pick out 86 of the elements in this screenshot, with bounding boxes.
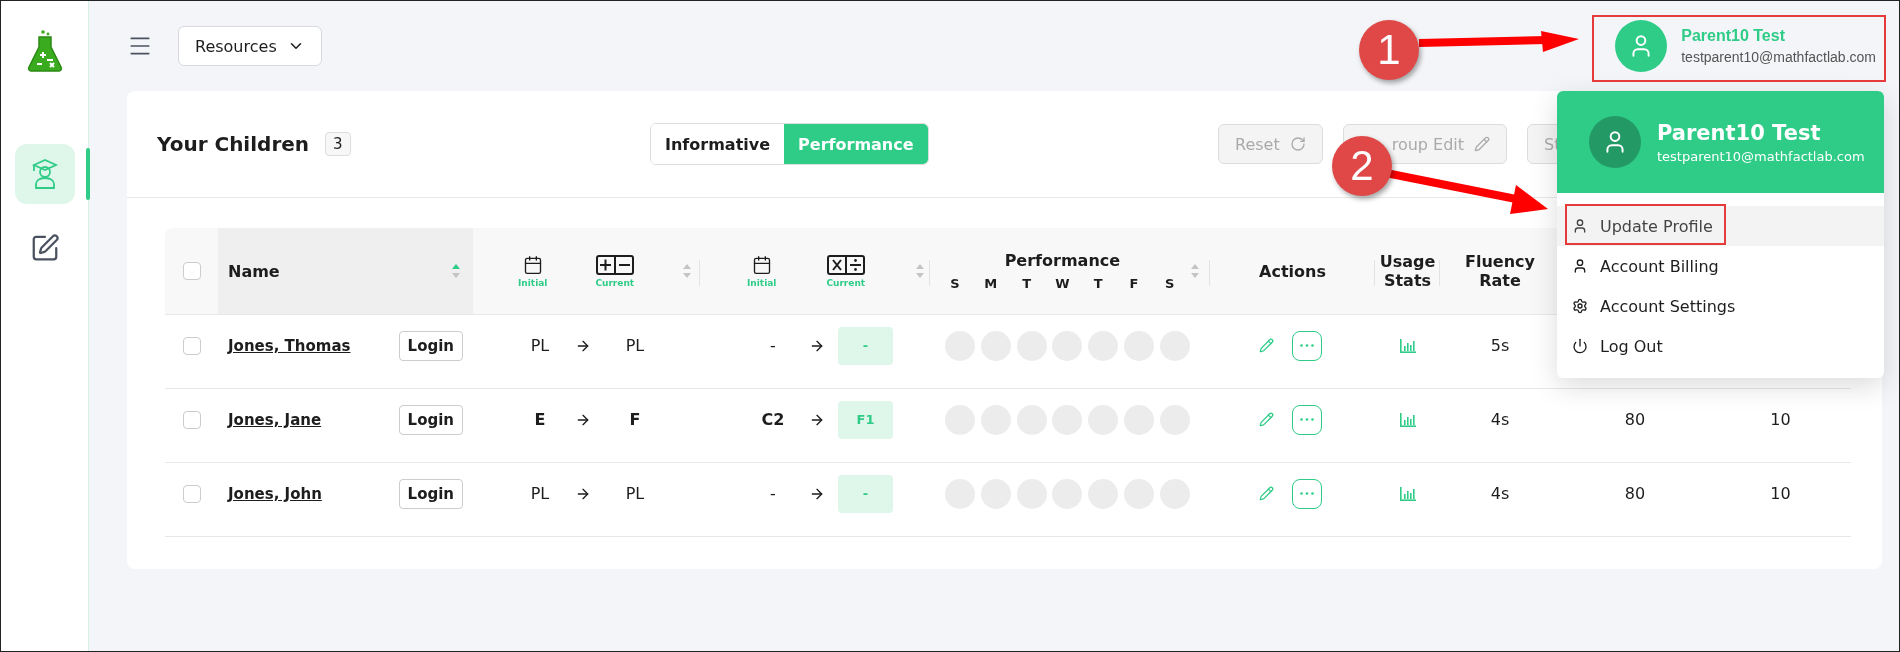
child-name-link[interactable]: Jones, Jane xyxy=(228,410,322,429)
level-text: PL xyxy=(529,484,551,503)
level-text: F xyxy=(628,410,642,429)
sort-icon[interactable] xyxy=(451,263,461,279)
menu-user-email: testparent10@mathfactlab.com xyxy=(1657,148,1865,164)
ellipsis-icon xyxy=(1300,492,1314,495)
weekday-label: S xyxy=(1164,276,1176,291)
avatar[interactable] xyxy=(1615,20,1668,72)
active-indicator xyxy=(85,148,90,200)
column-sublabel: Current xyxy=(826,277,866,288)
bar-chart-icon[interactable] xyxy=(1399,412,1416,427)
level-badge: F1 xyxy=(838,400,893,439)
menu-item[interactable]: Log Out xyxy=(1557,326,1884,366)
level-text: PL xyxy=(624,336,646,355)
table-value: 10 xyxy=(1770,410,1791,429)
sort-icon[interactable] xyxy=(915,263,926,279)
resources-button[interactable]: Resources xyxy=(178,26,322,66)
more-button[interactable] xyxy=(1292,478,1322,509)
menu-item[interactable]: Update Profile xyxy=(1557,206,1884,246)
level-badge: - xyxy=(838,474,893,513)
level-text: - xyxy=(769,336,777,355)
column-header[interactable]: Name xyxy=(228,261,280,281)
checkbox[interactable] xyxy=(182,484,201,503)
plus-minus-icon xyxy=(595,254,634,275)
bar-chart-icon[interactable] xyxy=(1399,338,1416,353)
calendar-icon xyxy=(522,254,543,275)
column-header[interactable]: Performance xyxy=(1004,251,1121,270)
more-button[interactable] xyxy=(1292,330,1322,361)
fluency-value: 4s xyxy=(1490,410,1510,429)
fluency-value: 5s xyxy=(1490,336,1510,355)
weekday-label: S xyxy=(949,276,961,291)
weekday-label: W xyxy=(1054,276,1071,291)
edit-icon[interactable] xyxy=(1259,486,1274,501)
callout-tooltip: 1 xyxy=(1359,20,1419,80)
login-button[interactable]: Login xyxy=(398,330,463,361)
ellipsis-icon xyxy=(1300,418,1314,421)
column-sublabel: Initial xyxy=(518,277,548,288)
menu-user-name: Parent10 Test xyxy=(1657,120,1822,145)
table-value: 80 xyxy=(1624,410,1646,429)
edit-icon[interactable] xyxy=(1259,338,1274,353)
column-header[interactable]: Usage Stats xyxy=(1377,252,1438,290)
table-value: 80 xyxy=(1624,484,1646,503)
fluency-value: 4s xyxy=(1490,484,1510,503)
child-name-link[interactable]: Jones, John xyxy=(228,484,322,503)
child-name-link[interactable]: Jones, Thomas xyxy=(228,336,351,355)
calendar-icon xyxy=(751,254,772,275)
sort-icon[interactable] xyxy=(1190,263,1200,279)
table-value: 10 xyxy=(1770,484,1791,503)
level-badge: - xyxy=(838,326,893,365)
level-text: PL xyxy=(624,484,646,503)
bar-chart-icon[interactable] xyxy=(1399,486,1416,501)
card-title: Your Children xyxy=(157,132,310,156)
level-text: E xyxy=(533,410,547,429)
level-text: C2 xyxy=(760,410,786,429)
user-name: Parent10 Test xyxy=(1681,27,1786,45)
weekday-label: F xyxy=(1128,276,1140,291)
login-button[interactable]: Login xyxy=(398,478,463,509)
column-header: Actions xyxy=(1259,261,1326,281)
more-button[interactable] xyxy=(1292,404,1322,435)
menu-item[interactable]: Account Settings xyxy=(1557,286,1884,326)
weekday-label: T xyxy=(1021,276,1033,291)
level-text: PL xyxy=(529,336,551,355)
power-icon xyxy=(1572,338,1588,354)
edit-icon[interactable] xyxy=(1259,412,1274,427)
menu-item[interactable]: Account Billing xyxy=(1557,246,1884,286)
column-sublabel: Current xyxy=(595,277,635,288)
level-text: - xyxy=(769,484,777,503)
checkbox[interactable] xyxy=(182,262,201,280)
weekday-label: T xyxy=(1092,276,1104,291)
sort-icon[interactable] xyxy=(682,263,693,279)
settings-icon xyxy=(1572,298,1588,314)
login-button[interactable]: Login xyxy=(398,404,463,435)
checkbox[interactable] xyxy=(182,410,201,429)
pencil-icon xyxy=(1474,136,1491,152)
user-icon xyxy=(1572,218,1588,234)
column-header[interactable]: Fluency Rate xyxy=(1460,252,1540,290)
user-icon xyxy=(1572,258,1588,274)
ellipsis-icon xyxy=(1300,344,1314,347)
refresh-icon xyxy=(1289,136,1306,152)
column-sublabel: Initial xyxy=(747,277,777,288)
weekday-label: M xyxy=(983,276,999,291)
avatar xyxy=(1589,116,1641,168)
user-email: testparent10@mathfactlab.com xyxy=(1681,49,1876,65)
times-divide-icon xyxy=(826,254,865,275)
count-badge: 3 xyxy=(325,132,351,156)
checkbox[interactable] xyxy=(182,336,201,355)
